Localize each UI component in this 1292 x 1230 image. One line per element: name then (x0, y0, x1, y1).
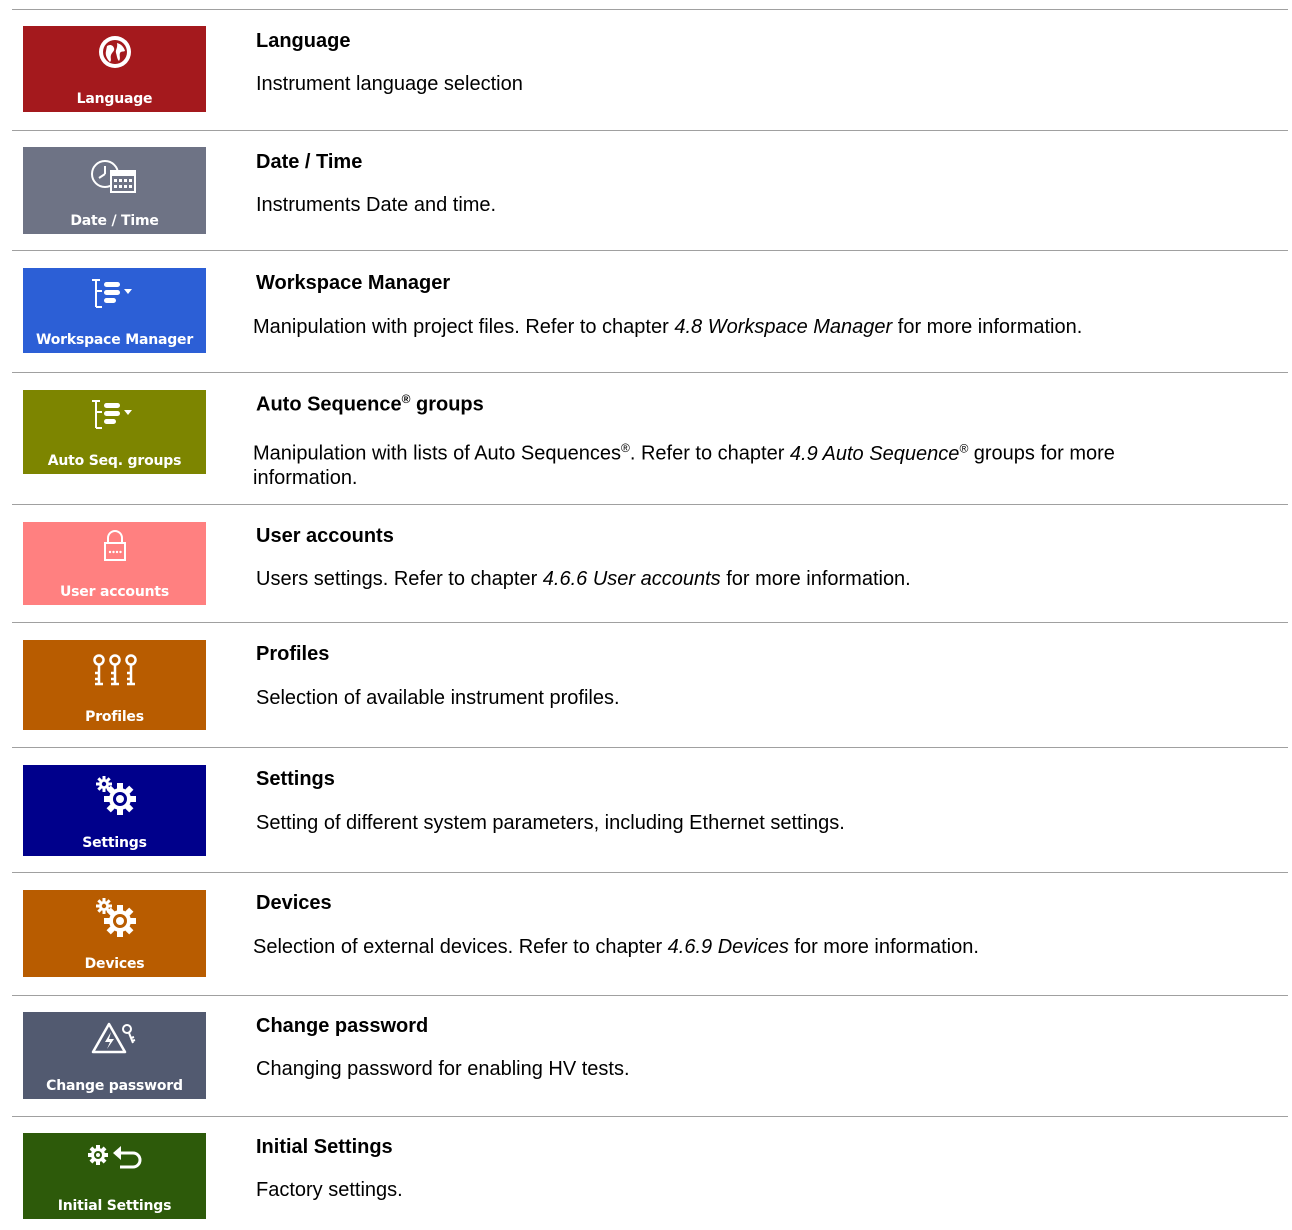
divider (12, 1116, 1288, 1117)
gears-icon (95, 898, 136, 937)
item-description: Users settings. Refer to chapter 4.6.6 U… (256, 567, 911, 591)
date-time-tile[interactable]: Date / Time (23, 147, 206, 234)
divider (12, 130, 1288, 131)
tree-list-icon (91, 279, 132, 308)
item-title: Profiles (256, 643, 330, 665)
item-description: Selection of external devices. Refer to … (253, 935, 979, 959)
title-text: Auto Sequence (256, 393, 402, 416)
keys-icon (92, 654, 137, 686)
item-description: Manipulation with project files. Refer t… (253, 315, 1082, 339)
chapter-reference-text: 4.9 Auto Sequence (789, 442, 960, 465)
chapter-reference: 4.6.9 Devices (667, 936, 789, 958)
chapter-reference: 4.6.6 User accounts (542, 568, 721, 590)
divider (12, 872, 1288, 873)
tile-label: Auto Seq. groups (47, 453, 182, 469)
desc-text: Manipulation with lists of Auto Sequence… (253, 442, 621, 465)
tile-label: Workspace Manager (35, 332, 194, 348)
gears-icon (95, 776, 136, 815)
divider (12, 250, 1288, 251)
settings-tile[interactable]: Settings (23, 765, 206, 856)
desc-text: groups for more (968, 442, 1115, 465)
item-title: Devices (256, 892, 332, 914)
profiles-tile[interactable]: Profiles (23, 640, 206, 730)
item-title: Settings (256, 768, 335, 790)
item-title: Date / Time (256, 151, 363, 173)
desc-text: for more information. (892, 316, 1083, 338)
tile-label: Language (76, 91, 153, 107)
divider (12, 995, 1288, 996)
devices-tile[interactable]: Devices (23, 890, 206, 977)
clock-calendar-icon (90, 160, 136, 193)
workspace-manager-tile[interactable]: Workspace Manager (23, 268, 206, 353)
desc-text: Manipulation with project files. Refer t… (253, 316, 675, 338)
desc-text: Users settings. Refer to chapter (256, 568, 543, 590)
item-description: Factory settings. (256, 1179, 403, 1201)
desc-text: Selection of external devices. Refer to … (253, 936, 668, 958)
desc-text: for more information. (788, 936, 979, 958)
item-title: Auto Sequence® groups (256, 392, 484, 417)
item-title: Change password (256, 1015, 429, 1037)
item-title: User accounts (256, 525, 394, 547)
divider (12, 504, 1288, 505)
divider (12, 747, 1288, 748)
item-title: Language (256, 30, 351, 52)
item-title: Workspace Manager (256, 272, 451, 294)
lock-icon (103, 530, 126, 561)
item-title: Initial Settings (256, 1136, 393, 1158)
item-description: Manipulation with lists of Auto Sequence… (253, 436, 1115, 490)
tile-label: Date / Time (70, 213, 159, 229)
tile-label: Profiles (85, 709, 144, 725)
item-description: Selection of available instrument profil… (256, 687, 620, 709)
auto-seq-groups-tile[interactable]: Auto Seq. groups (23, 390, 206, 474)
tile-label: Initial Settings (57, 1198, 172, 1214)
item-description: Setting of different system parameters, … (256, 812, 845, 834)
chapter-reference: 4.9 Auto Sequence® (789, 441, 969, 465)
divider (12, 9, 1288, 10)
globe-icon (98, 36, 131, 68)
item-description: Instruments Date and time. (256, 194, 497, 216)
gear-return-icon (87, 1145, 141, 1169)
desc-text: for more information. (720, 568, 911, 590)
divider (12, 372, 1288, 373)
change-password-tile[interactable]: Change password (23, 1012, 206, 1099)
user-accounts-tile[interactable]: User accounts (23, 522, 206, 605)
tile-label: Settings (82, 835, 147, 851)
initial-settings-tile[interactable]: Initial Settings (23, 1133, 206, 1219)
desc-text: . Refer to chapter (629, 442, 790, 465)
tile-label: Devices (84, 956, 145, 972)
tile-label: User accounts (60, 584, 169, 600)
tile-label: Change password (46, 1078, 183, 1094)
hv-warning-key-icon (91, 1022, 135, 1054)
chapter-reference: 4.8 Workspace Manager (674, 316, 893, 338)
item-description: Changing password for enabling HV tests. (256, 1058, 630, 1080)
registered-mark: ® (959, 441, 969, 455)
divider (12, 622, 1288, 623)
language-tile[interactable]: Language (23, 26, 206, 112)
title-text: groups (410, 393, 484, 416)
tree-list-icon (91, 400, 132, 429)
item-description: Instrument language selection (256, 73, 523, 95)
registered-mark: ® (621, 441, 630, 455)
desc-text: information. (253, 466, 358, 489)
